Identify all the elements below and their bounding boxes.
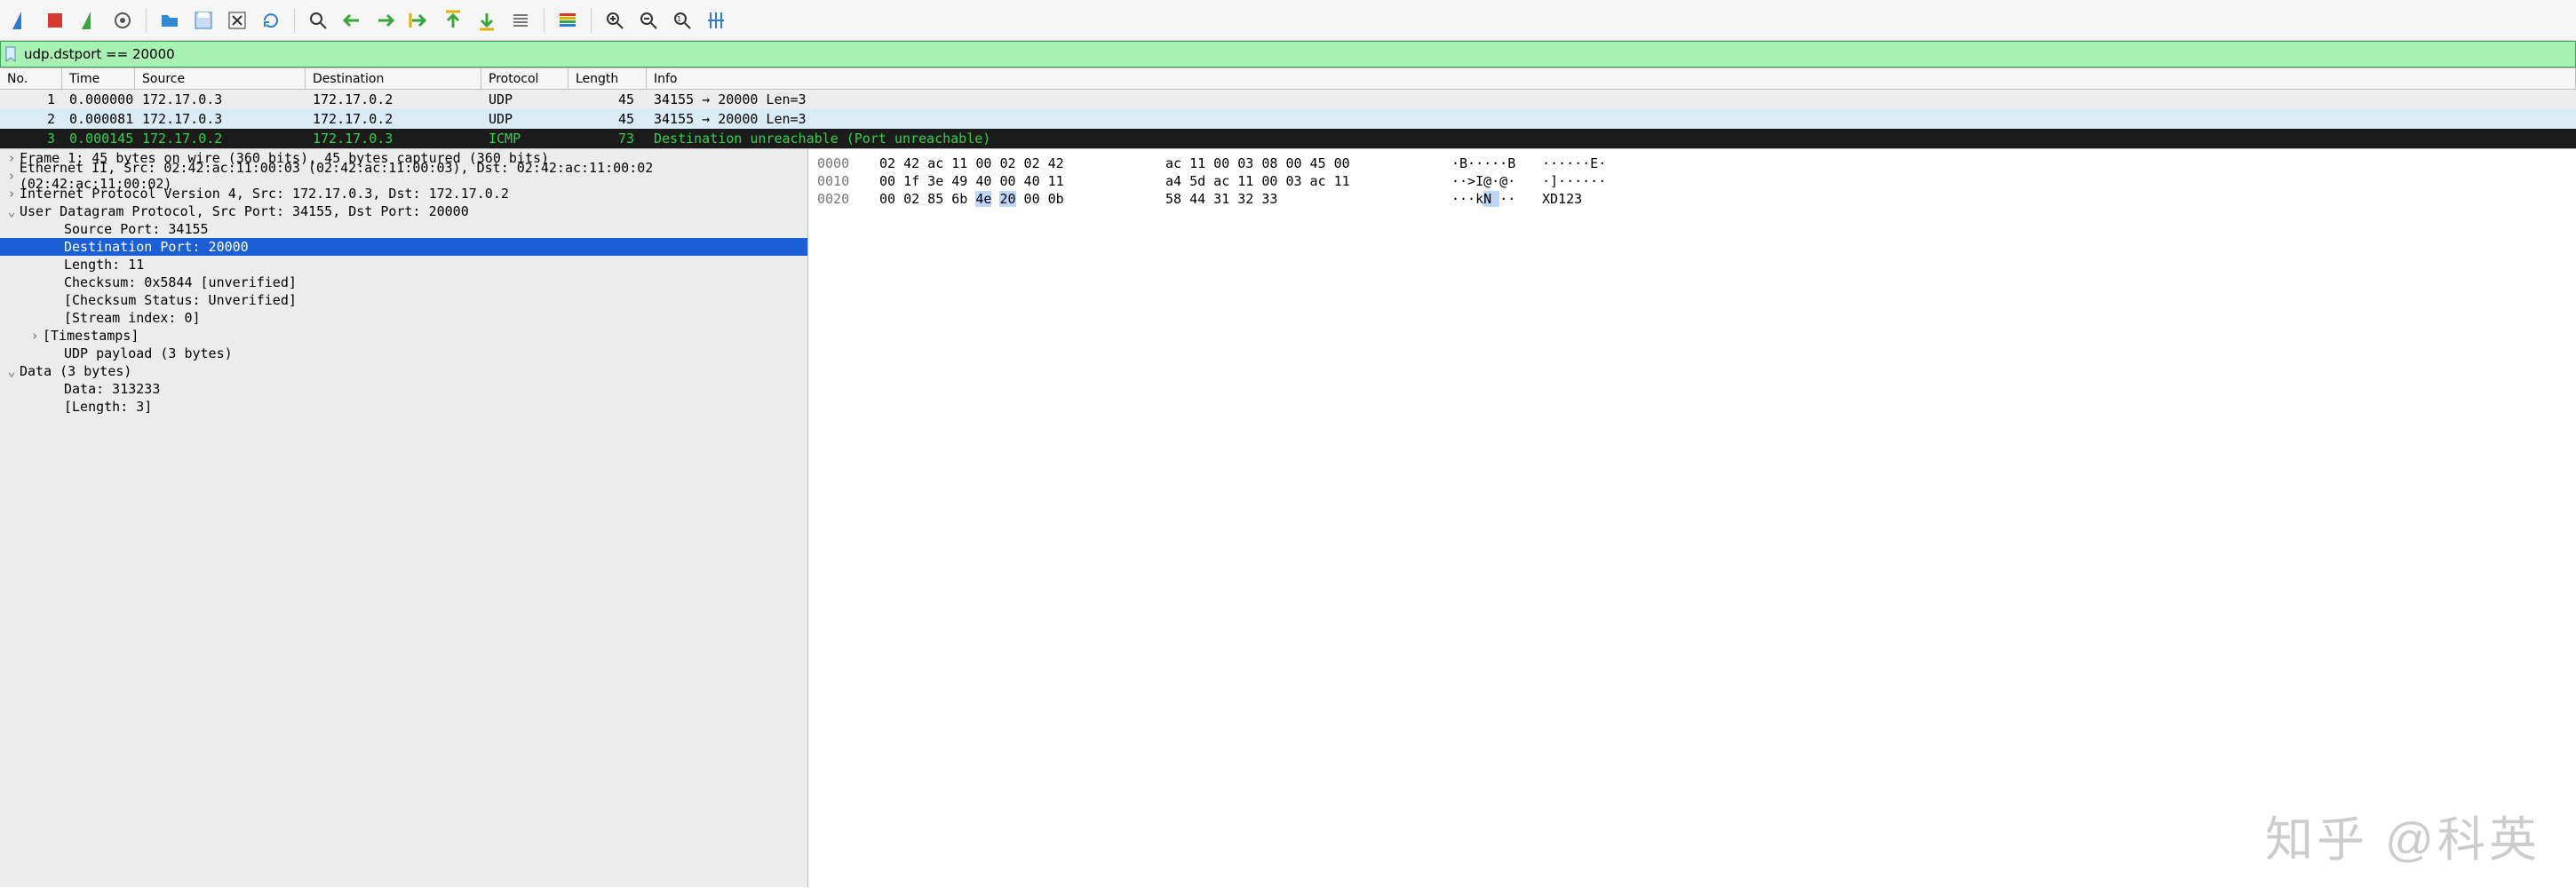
packet-row[interactable]: 30.000145172.17.0.2172.17.0.3ICMP73Desti…: [0, 129, 2576, 148]
hex-ascii: XD123: [1542, 191, 1613, 207]
tree-item[interactable]: ›Ethernet II, Src: 02:42:ac:11:00:03 (02…: [0, 167, 807, 185]
next-icon[interactable]: [370, 4, 402, 36]
hex-ascii: ······E·: [1542, 155, 1613, 171]
svg-text:1: 1: [677, 15, 681, 23]
tree-item-label: [Timestamps]: [43, 328, 139, 344]
reload-icon[interactable]: [255, 4, 287, 36]
fin-icon[interactable]: [5, 4, 37, 36]
tree-item-label: Source Port: 34155: [64, 221, 209, 237]
hex-ascii: ··>I@·@·: [1451, 173, 1523, 189]
tree-item-selected[interactable]: Destination Port: 20000: [0, 238, 807, 256]
tree-item-label: Destination Port: 20000: [64, 239, 249, 255]
packet-bytes-hex[interactable]: 0000 02 42 ac 11 00 02 02 42 ac 11 00 03 0…: [808, 149, 2576, 887]
options-icon[interactable]: [107, 4, 139, 36]
expander-icon[interactable]: ⌄: [4, 363, 20, 379]
col-header-info[interactable]: Info: [647, 68, 2576, 89]
first-icon[interactable]: [437, 4, 469, 36]
tree-item-label: [Stream index: 0]: [64, 310, 201, 326]
separator: [544, 8, 545, 33]
col-header-protocol[interactable]: Protocol: [481, 68, 568, 89]
col-header-length[interactable]: Length: [568, 68, 647, 89]
col-header-no[interactable]: No.: [0, 68, 62, 89]
expander-icon[interactable]: ›: [4, 186, 20, 202]
hex-row[interactable]: 0010 00 1f 3e 49 40 00 40 11 a4 5d ac 11 0…: [817, 172, 2567, 190]
stop-icon[interactable]: [39, 4, 71, 36]
tree-item-label: Data (3 bytes): [20, 363, 131, 379]
save-icon[interactable]: [187, 4, 219, 36]
separator: [591, 8, 592, 33]
last-icon[interactable]: [471, 4, 503, 36]
tree-item-label: [Checksum Status: Unverified]: [64, 292, 297, 308]
tree-item[interactable]: [Checksum Status: Unverified]: [0, 291, 807, 309]
prev-icon[interactable]: [336, 4, 368, 36]
restart-icon[interactable]: [73, 4, 105, 36]
packet-list: No. Time Source Destination Protocol Len…: [0, 67, 2576, 148]
tree-item[interactable]: Length: 11: [0, 256, 807, 274]
packet-details-tree[interactable]: ›Frame 1: 45 bytes on wire (360 bits), 4…: [0, 149, 808, 887]
expander-icon[interactable]: ›: [27, 328, 43, 344]
hex-bytes: 00 02 85 6b 4e 20 00 0b: [879, 191, 1146, 207]
hex-bytes: 00 1f 3e 49 40 00 40 11: [879, 173, 1146, 189]
goto-icon[interactable]: [403, 4, 435, 36]
bookmark-icon[interactable]: [1, 42, 20, 67]
hex-ascii: ·]······: [1542, 173, 1613, 189]
autoscroll-icon[interactable]: [505, 4, 537, 36]
packet-row[interactable]: 10.000000172.17.0.3172.17.0.2UDP4534155 …: [0, 90, 2576, 109]
hex-ascii: ·B·····B: [1451, 155, 1523, 171]
separator: [146, 8, 147, 33]
tree-item-label: [Length: 3]: [64, 399, 152, 415]
tree-item[interactable]: ⌄User Datagram Protocol, Src Port: 34155…: [0, 202, 807, 220]
toolbar: 1: [0, 0, 2576, 41]
display-filter-input[interactable]: [20, 44, 2575, 64]
hex-offset: 0010: [817, 173, 860, 189]
hex-bytes: 58 44 31 32 33: [1165, 191, 1432, 207]
find-icon[interactable]: [302, 4, 334, 36]
hex-row[interactable]: 0000 02 42 ac 11 00 02 02 42 ac 11 00 03 0…: [817, 155, 2567, 172]
col-header-time[interactable]: Time: [62, 68, 135, 89]
tree-item[interactable]: [Length: 3]: [0, 398, 807, 416]
tree-item[interactable]: Checksum: 0x5844 [unverified]: [0, 274, 807, 291]
tree-item[interactable]: ⌄Data (3 bytes): [0, 362, 807, 380]
resize-cols-icon[interactable]: [700, 4, 732, 36]
expander-icon[interactable]: ›: [4, 150, 20, 166]
expander-icon[interactable]: ›: [4, 168, 20, 184]
hex-bytes: a4 5d ac 11 00 03 ac 11: [1165, 173, 1432, 189]
tree-item-label: User Datagram Protocol, Src Port: 34155,…: [20, 203, 469, 219]
tree-item[interactable]: Data: 313233: [0, 380, 807, 398]
tree-item-label: UDP payload (3 bytes): [64, 345, 233, 361]
expander-icon[interactable]: ⌄: [4, 203, 20, 219]
zoom-reset-icon[interactable]: 1: [666, 4, 698, 36]
hex-ascii: ···kN ··: [1451, 191, 1523, 207]
hex-row[interactable]: 0020 00 02 85 6b 4e 20 00 0b 58 44 31 32 3…: [817, 190, 2567, 208]
zoom-in-icon[interactable]: [599, 4, 631, 36]
col-header-source[interactable]: Source: [135, 68, 306, 89]
tree-item-label: Internet Protocol Version 4, Src: 172.17…: [20, 186, 509, 202]
tree-item[interactable]: ›[Timestamps]: [0, 327, 807, 345]
separator: [294, 8, 295, 33]
tree-item-label: Data: 313233: [64, 381, 160, 397]
tree-item[interactable]: UDP payload (3 bytes): [0, 345, 807, 362]
tree-item[interactable]: [Stream index: 0]: [0, 309, 807, 327]
packet-list-header[interactable]: No. Time Source Destination Protocol Len…: [0, 68, 2576, 90]
zoom-out-icon[interactable]: [632, 4, 664, 36]
col-header-dest[interactable]: Destination: [306, 68, 481, 89]
hex-offset: 0020: [817, 191, 860, 207]
hex-bytes: ac 11 00 03 08 00 45 00: [1165, 155, 1432, 171]
bottom-panes: ›Frame 1: 45 bytes on wire (360 bits), 4…: [0, 148, 2576, 887]
tree-item-label: Checksum: 0x5844 [unverified]: [64, 274, 297, 290]
colorize-icon[interactable]: [552, 4, 584, 36]
tree-item-label: Length: 11: [64, 257, 144, 273]
hex-offset: 0000: [817, 155, 860, 171]
packet-row[interactable]: 20.000081172.17.0.3172.17.0.2UDP4534155 …: [0, 109, 2576, 129]
tree-item[interactable]: Source Port: 34155: [0, 220, 807, 238]
open-icon[interactable]: [154, 4, 186, 36]
hex-bytes: 02 42 ac 11 00 02 02 42: [879, 155, 1146, 171]
display-filter-bar: [0, 41, 2576, 67]
close-icon[interactable]: [221, 4, 253, 36]
